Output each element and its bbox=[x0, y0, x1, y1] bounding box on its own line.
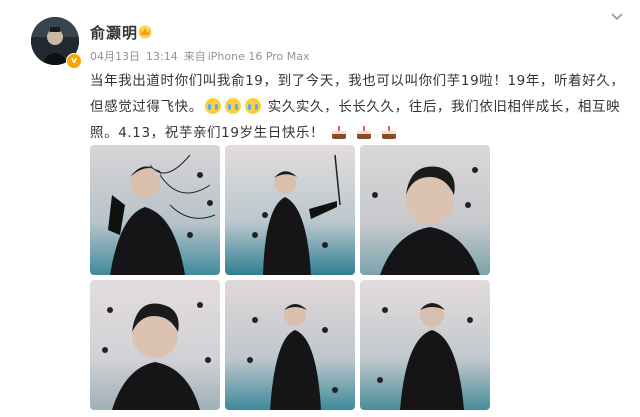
photo-1[interactable] bbox=[90, 145, 220, 275]
photo-2[interactable] bbox=[225, 145, 355, 275]
cake-emoji-icon bbox=[331, 124, 347, 140]
photo-4[interactable] bbox=[90, 280, 220, 410]
weibo-post: v 俞灏明 04月13日 13:14 来自 iPhone 16 Pro Max 当年我… bbox=[0, 0, 640, 417]
cry-emoji-icon bbox=[204, 98, 221, 114]
cry-emoji-icon bbox=[244, 98, 261, 114]
cake-emoji-icon bbox=[356, 124, 372, 140]
post-time[interactable]: 13:14 bbox=[146, 50, 178, 63]
cry-emoji-icon bbox=[224, 98, 241, 114]
crown-badge-icon bbox=[138, 25, 152, 39]
post-meta: 04月13日 13:14 来自 iPhone 16 Pro Max bbox=[90, 48, 316, 64]
photo-3[interactable] bbox=[360, 145, 490, 275]
source-label: 来自 bbox=[183, 50, 206, 63]
photo-6[interactable] bbox=[360, 280, 490, 410]
photo-5[interactable] bbox=[225, 280, 355, 410]
post-date[interactable]: 04月13日 bbox=[90, 50, 140, 63]
verified-badge-icon: v bbox=[66, 53, 82, 69]
device-name: iPhone 16 Pro Max bbox=[207, 50, 310, 63]
author-name[interactable]: 俞灏明 bbox=[90, 22, 138, 43]
chevron-down-icon[interactable] bbox=[610, 12, 624, 22]
post-text: 当年我出道时你们叫我俞19，到了今天，我也可以叫你们芋19啦！19年，听着好久，… bbox=[90, 68, 632, 146]
cake-emoji-icon bbox=[381, 124, 397, 140]
